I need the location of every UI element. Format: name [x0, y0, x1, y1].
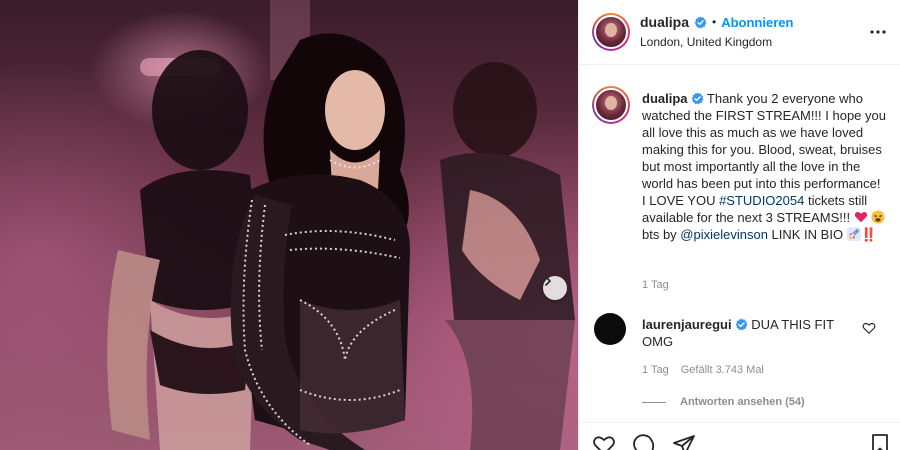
verified-badge-icon: [691, 92, 704, 105]
next-image-button[interactable]: [543, 276, 567, 300]
heart-emoji-icon: [854, 212, 867, 223]
view-replies-button[interactable]: Antworten ansehen (54): [642, 396, 805, 408]
caption-author-avatar[interactable]: [592, 86, 630, 124]
caption-text-5: ‼️: [860, 227, 877, 242]
comment-icon[interactable]: [632, 433, 656, 450]
follow-button[interactable]: Abonnieren: [721, 15, 793, 30]
author-row: dualipa • Abonnieren: [640, 14, 793, 30]
dancer-right: [440, 62, 575, 450]
separator-dot: •: [712, 15, 717, 29]
comment-username[interactable]: laurenjauregui: [642, 317, 732, 332]
post-photo[interactable]: [0, 0, 578, 450]
view-replies-label: Antworten ansehen (54): [680, 396, 805, 408]
commenter-avatar[interactable]: [594, 313, 626, 345]
caption-timestamp[interactable]: 1 Tag: [642, 279, 669, 291]
next-arrow-icon: [545, 276, 551, 286]
replies-divider: [642, 401, 666, 403]
tired-face-emoji-icon: [871, 210, 885, 224]
comment-body: laurenjauregui DUA THIS FIT OMG: [642, 316, 854, 350]
action-bar: [578, 422, 900, 450]
comment-like-heart-icon[interactable]: [862, 321, 876, 335]
comment-meta: 1 Tag Gefällt 3.743 Mal: [642, 364, 764, 376]
author-username[interactable]: dualipa: [640, 14, 689, 30]
verified-badge-icon: [694, 15, 707, 29]
post-header: dualipa • Abonnieren London, United King…: [579, 0, 900, 65]
more-options-icon[interactable]: [868, 22, 888, 42]
save-icon[interactable]: [868, 433, 892, 450]
author-avatar[interactable]: [592, 13, 630, 51]
main-performer: [230, 33, 410, 450]
caption-hashtag[interactable]: #STUDIO2054: [719, 193, 804, 208]
comment-likes[interactable]: Gefällt 3.743 Mal: [681, 364, 764, 376]
verified-badge-icon: [735, 318, 748, 331]
caption-text-3: bts by: [642, 227, 681, 242]
caption-text-1: Thank you 2 everyone who watched the FIR…: [642, 91, 886, 208]
post-caption: dualipa Thank you 2 everyone who watched…: [642, 90, 887, 243]
photo-illustration: [107, 0, 575, 450]
comment-timestamp[interactable]: 1 Tag: [642, 364, 669, 376]
caption-mention[interactable]: @pixielevinson: [680, 227, 768, 242]
post-location[interactable]: London, United Kingdom: [640, 35, 772, 49]
caption-username[interactable]: dualipa: [642, 91, 688, 106]
share-icon[interactable]: [672, 433, 696, 450]
caption-text-4: LINK IN BIO: [767, 227, 847, 242]
heart-icon[interactable]: [592, 433, 616, 450]
rocket-emoji-icon: [846, 227, 861, 241]
